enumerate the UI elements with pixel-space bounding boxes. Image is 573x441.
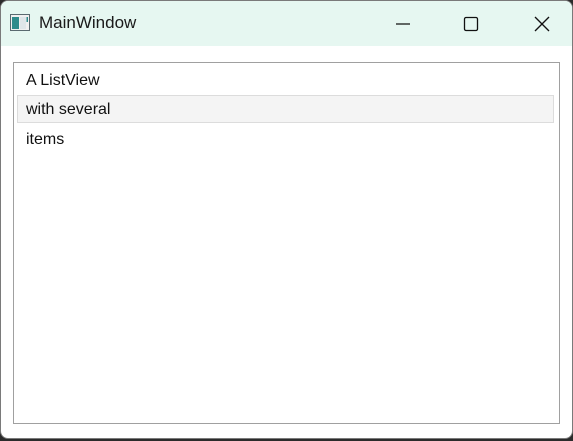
minimize-button[interactable] — [374, 1, 432, 46]
title-bar[interactable]: MainWindow — [1, 1, 572, 46]
list-item[interactable]: A ListView — [17, 66, 554, 94]
list-item[interactable]: with several — [17, 95, 554, 123]
list-view[interactable]: A ListView with several items — [13, 62, 560, 424]
close-button[interactable] — [513, 1, 571, 46]
list-item[interactable]: items — [17, 125, 554, 153]
window-title: MainWindow — [39, 13, 137, 32]
close-icon — [534, 16, 550, 31]
minimize-icon — [396, 22, 410, 25]
maximize-icon — [463, 16, 479, 31]
app-window-icon — [10, 14, 30, 31]
main-window: MainWindow A ListView with several items — [0, 0, 573, 439]
maximize-button[interactable] — [442, 1, 500, 46]
